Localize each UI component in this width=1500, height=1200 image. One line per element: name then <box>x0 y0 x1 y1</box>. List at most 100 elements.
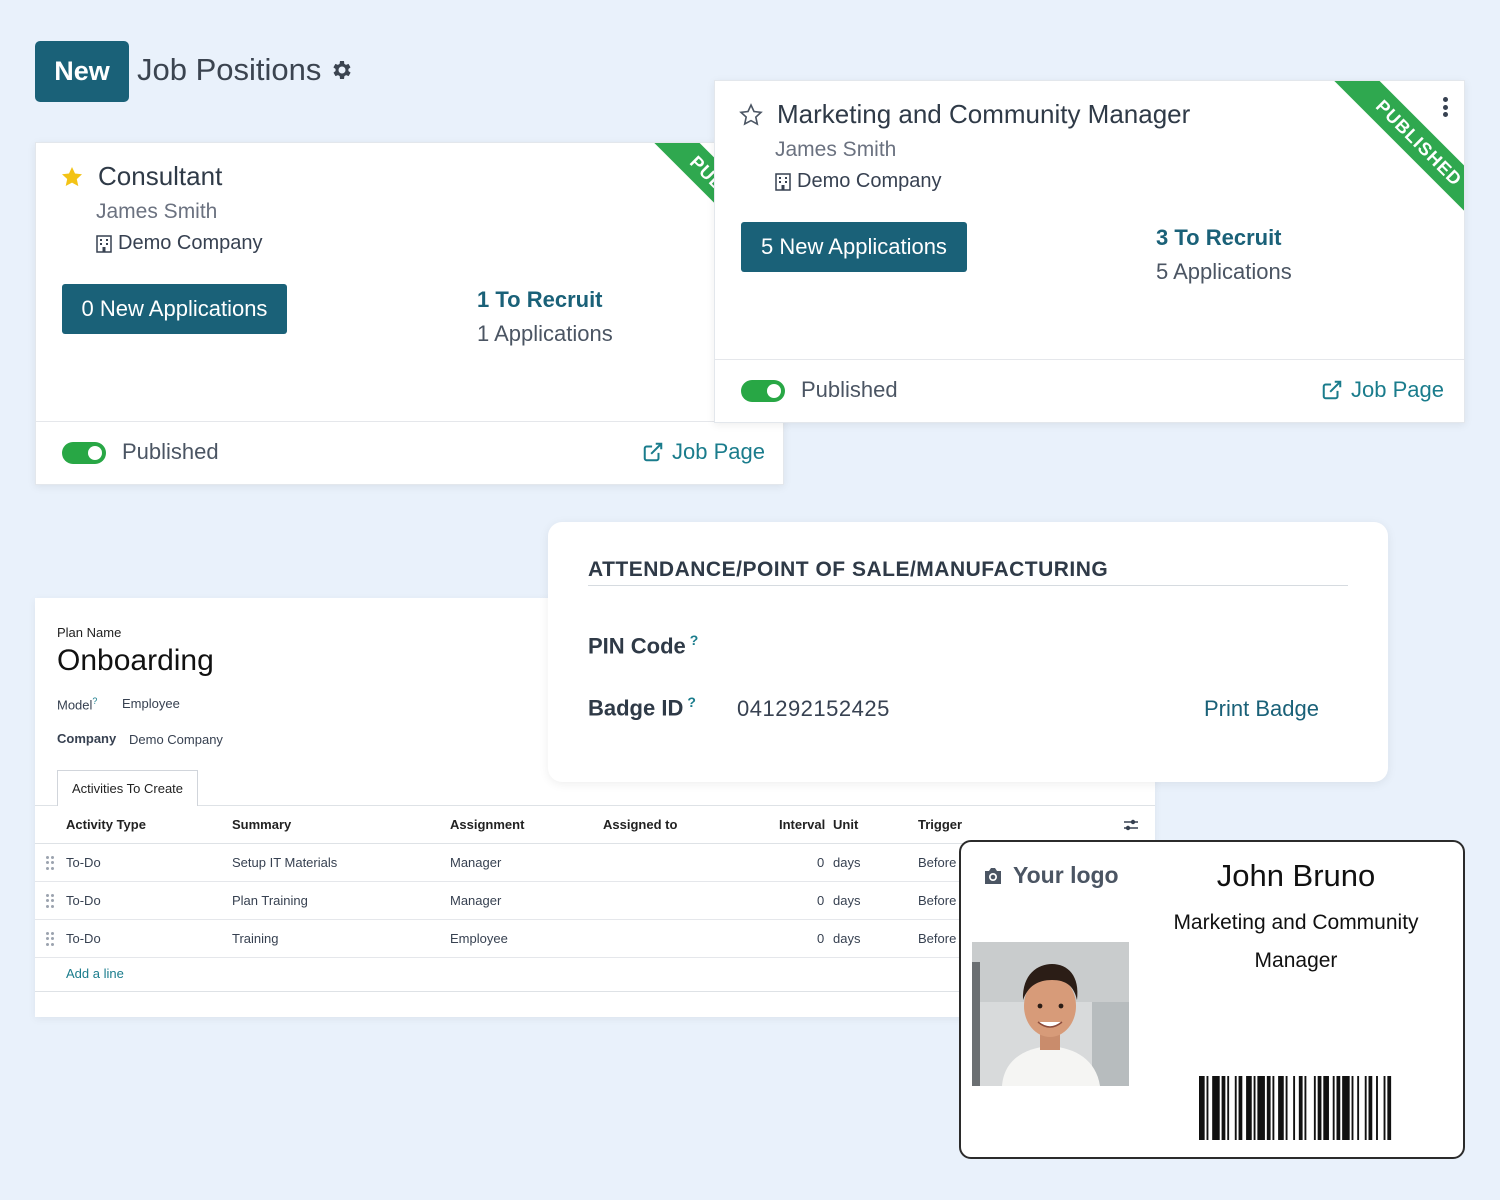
page-title: Job Positions <box>137 52 353 88</box>
barcode-bar <box>1332 1076 1335 1140</box>
cell-unit: days <box>833 893 861 908</box>
barcode-bar <box>1227 1076 1230 1140</box>
barcode-bar <box>1317 1076 1322 1140</box>
pin-code-label: PIN Code? <box>588 632 698 659</box>
cell-unit: days <box>833 931 861 946</box>
camera-icon <box>985 867 1001 884</box>
drag-handle-icon[interactable] <box>46 932 54 946</box>
published-toggle[interactable] <box>741 380 785 402</box>
section-divider <box>588 585 1348 586</box>
building-icon <box>775 172 791 191</box>
badge-id-label-text: Badge ID <box>588 695 684 721</box>
badge-barcode <box>1199 1076 1392 1140</box>
kebab-menu-icon[interactable] <box>1442 97 1448 117</box>
star-filled-icon[interactable] <box>60 165 84 189</box>
model-label-text: Model <box>57 697 93 713</box>
add-line-link[interactable]: Add a line <box>66 966 124 981</box>
recruiter-name: James Smith <box>775 138 897 161</box>
barcode-bar <box>1206 1076 1209 1140</box>
table-header: Activity Type Summary Assignment Assigne… <box>35 806 1155 844</box>
barcode-bar <box>1293 1076 1296 1140</box>
barcode-bar <box>1304 1076 1307 1140</box>
barcode-bar <box>1199 1076 1205 1140</box>
barcode-bar <box>1212 1076 1220 1140</box>
company-text: Demo Company <box>797 170 942 192</box>
cell-summary: Plan Training <box>232 893 308 908</box>
to-recruit-link[interactable]: 1 To Recruit <box>477 287 603 313</box>
job-title[interactable]: Marketing and Community Manager <box>739 99 1190 130</box>
barcode-bar <box>1387 1076 1392 1140</box>
job-title[interactable]: Consultant <box>60 161 222 192</box>
to-recruit-link[interactable]: 3 To Recruit <box>1156 225 1282 251</box>
applications-link[interactable]: 1 Applications <box>477 321 613 347</box>
help-icon[interactable]: ? <box>690 632 699 648</box>
barcode-bar <box>1272 1076 1275 1140</box>
attendance-section: ATTENDANCE/POINT OF SALE/MANUFACTURING P… <box>548 522 1388 782</box>
barcode-bar <box>1234 1076 1237 1140</box>
card-footer: Published Job Page <box>715 359 1464 422</box>
company-field[interactable]: Demo Company <box>129 732 223 747</box>
cell-summary: Setup IT Materials <box>232 855 338 870</box>
help-icon[interactable]: ? <box>687 694 696 710</box>
logo-placeholder: Your logo <box>983 862 1119 889</box>
print-badge-link[interactable]: Print Badge <box>1204 696 1319 722</box>
cell-interval: 0 <box>817 855 825 870</box>
job-card-consultant[interactable]: Consultant James Smith Demo Company 0 Ne… <box>35 142 784 485</box>
col-assigned-to[interactable]: Assigned to <box>603 806 677 843</box>
barcode-bar <box>1323 1076 1329 1140</box>
barcode-bar <box>1383 1076 1386 1140</box>
company-text: Demo Company <box>118 232 263 254</box>
company-label: Company <box>57 731 117 746</box>
cell-assignment: Manager <box>450 855 502 870</box>
badge-id-field[interactable]: 041292152425 <box>737 696 890 722</box>
drag-handle-icon[interactable] <box>46 894 54 908</box>
drag-handle-icon[interactable] <box>46 856 54 870</box>
employee-badge: Your logo John Bruno Marketing and Commu… <box>959 840 1465 1159</box>
barcode-bar <box>1266 1076 1271 1140</box>
barcode-bar <box>1351 1076 1354 1140</box>
gear-icon[interactable] <box>329 58 353 82</box>
job-page-text: Job Page <box>672 439 765 464</box>
recruiter-name: James Smith <box>96 200 218 223</box>
barcode-bar <box>1285 1076 1288 1140</box>
col-interval[interactable]: Interval <box>779 806 825 843</box>
logo-text: Your logo <box>1013 862 1119 888</box>
company: Demo Company <box>775 170 942 193</box>
job-page-text: Job Page <box>1351 377 1444 402</box>
barcode-bar <box>1342 1076 1350 1140</box>
new-applications-button[interactable]: 0 New Applications <box>62 284 287 334</box>
col-summary[interactable]: Summary <box>232 806 291 843</box>
barcode-bar <box>1368 1076 1373 1140</box>
plan-name-field[interactable]: Onboarding <box>57 644 214 678</box>
barcode-bar <box>1253 1076 1256 1140</box>
model-label: Model? <box>57 696 97 712</box>
star-outline-icon[interactable] <box>739 102 763 127</box>
published-toggle[interactable] <box>62 442 106 464</box>
cell-trigger: Before <box>918 855 957 870</box>
new-applications-button[interactable]: 5 New Applications <box>741 222 967 272</box>
job-page-link[interactable]: Job Page <box>1321 377 1444 403</box>
col-assignment[interactable]: Assignment <box>450 806 524 843</box>
barcode-bar <box>1298 1076 1303 1140</box>
section-heading: ATTENDANCE/POINT OF SALE/MANUFACTURING <box>588 558 1109 581</box>
badge-id-label: Badge ID? <box>588 694 696 721</box>
barcode-bar <box>1257 1076 1265 1140</box>
barcode-bar <box>1246 1076 1252 1140</box>
cell-trigger: Before <box>918 893 957 908</box>
model-field[interactable]: Employee <box>122 696 180 711</box>
job-page-link[interactable]: Job Page <box>642 439 765 465</box>
cell-trigger: Before <box>918 931 957 946</box>
new-button[interactable]: New <box>35 41 129 102</box>
building-icon <box>96 234 112 253</box>
help-icon[interactable]: ? <box>92 696 97 706</box>
company: Demo Company <box>96 232 263 255</box>
barcode-bar <box>1221 1076 1226 1140</box>
barcode-bar <box>1336 1076 1341 1140</box>
applications-link[interactable]: 5 Applications <box>1156 259 1292 285</box>
col-trigger[interactable]: Trigger <box>918 806 962 843</box>
tab-activities-to-create[interactable]: Activities To Create <box>57 770 198 806</box>
column-settings-icon[interactable] <box>1123 818 1139 832</box>
col-activity-type[interactable]: Activity Type <box>66 806 146 843</box>
col-unit[interactable]: Unit <box>833 806 858 843</box>
job-card-marketing[interactable]: Marketing and Community Manager James Sm… <box>714 80 1465 423</box>
